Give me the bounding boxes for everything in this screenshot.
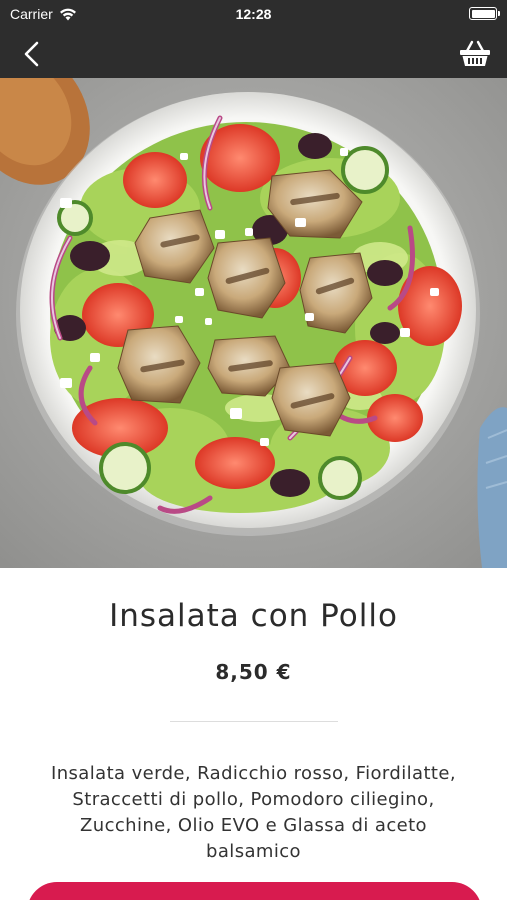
divider — [170, 721, 338, 722]
product-description: Insalata verde, Radicchio rosso, Fiordil… — [51, 763, 456, 862]
cart-button[interactable] — [457, 36, 493, 72]
product-title: Insalata con Pollo — [109, 598, 398, 634]
product-details: Insalata con Pollo 8,50 € Insalata verde… — [0, 568, 507, 900]
status-bar: Carrier 12:28 — [0, 0, 507, 28]
nav-bar — [0, 28, 507, 78]
add-to-cart-button[interactable] — [27, 882, 482, 900]
chevron-left-icon — [24, 41, 39, 67]
status-time: 12:28 — [235, 6, 272, 22]
product-price: 8,50 € — [215, 660, 292, 684]
basket-icon — [460, 40, 490, 66]
salad-photo — [0, 78, 507, 568]
battery-full-icon — [469, 7, 500, 20]
product-image — [0, 78, 507, 568]
back-button[interactable] — [14, 36, 50, 72]
